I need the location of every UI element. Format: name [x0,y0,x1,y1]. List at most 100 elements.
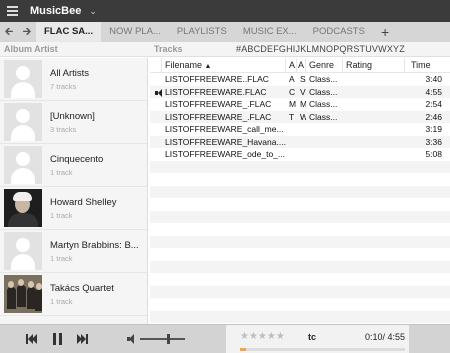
now-playing-cell [150,73,162,86]
time-cell: 2:54 [425,99,442,109]
hamburger-menu-icon[interactable] [0,0,24,22]
tab-music-explorer[interactable]: MUSIC EX... [235,22,305,42]
rating-cell [343,111,405,124]
table-row[interactable]: LISTOFFREEWARE_Havana.... 3:36 [150,135,450,149]
now-playing-cell [150,123,162,136]
filename-cell: LISTOFFREEWARE_.FLAC [165,99,272,109]
filename-cell: LISTOFFREEWARE_call_me... [165,124,284,134]
artist-placeholder-icon [4,232,42,270]
artist-placeholder-icon [4,103,42,141]
artist-track-count: 7 tracks [50,81,77,91]
app-title: MusicBee [30,5,82,17]
album-cell: V [300,86,306,97]
section-header: Album Artist Tracks #ABCDEFGHIJKLMNOPQRS… [0,42,450,57]
add-tab-button[interactable]: + [373,22,397,42]
time-cell: 5:08 [425,149,442,159]
now-playing-panel: ★★★★★ tc 0:10/ 4:55 [226,324,409,353]
artist-item[interactable]: Takács Quartet 1 track [0,273,147,316]
rating-cell [343,86,405,99]
empty-row [150,273,450,286]
column-header-artist[interactable]: A... [286,58,297,73]
genre-cell: Class... [309,99,338,109]
previous-track-icon[interactable] [26,333,38,345]
filename-cell: LISTOFFREEWARE_.FLAC [165,111,272,122]
now-playing-cell [150,148,162,161]
table-row[interactable]: LISTOFFREEWARE_.FLAC M M Class... 2:54 [150,98,450,111]
tab-bar: 🡰 🡲 FLAC SA... NOW PLA... PLAYLISTS MUSI… [0,22,450,42]
table-row[interactable]: LISTOFFREEWARE..FLAC A S Class... 3:40 [150,73,450,86]
artist-item[interactable]: Cinquecento 1 track [0,144,147,187]
album-cell [297,123,306,136]
artist-cell: T [289,111,295,122]
empty-row [150,210,450,223]
empty-row [150,260,450,273]
album-cell [297,148,306,161]
filename-cell: LISTOFFREEWARE_ode_to_... [165,149,285,159]
artist-name: [Unknown] [50,110,95,122]
table-row[interactable]: LISTOFFREEWARE_.FLAC T W Class... 2:46 [150,110,450,124]
seek-bar[interactable] [240,348,405,351]
volume-icon[interactable] [127,334,137,344]
artist-item[interactable]: Martyn Brabbins: B... 1 track [0,230,147,273]
now-playing-speaker-icon [155,88,162,97]
artist-item[interactable]: Howard Shelley 1 track [0,187,147,230]
time-cell: 2:46 [425,111,442,122]
column-header-album[interactable]: A [297,58,306,73]
tab-playlists[interactable]: PLAYLISTS [169,22,235,42]
now-playing-cell [150,86,162,99]
pause-icon[interactable] [52,333,64,345]
track-table: Filename ▲ A... A Genre Rating Time LIST… [150,58,450,324]
table-row[interactable]: LISTOFFREEWARE_call_me... 3:19 [150,123,450,136]
artist-item[interactable]: [Unknown] 3 tracks [0,101,147,144]
album-cell: S [300,74,306,84]
filename-cell: LISTOFFREEWARE..FLAC [165,74,269,84]
artist-item[interactable]: All Artists 7 tracks [0,58,147,101]
genre-cell: Class... [309,74,338,84]
table-body: LISTOFFREEWARE..FLAC A S Class... 3:40 LISTOF… [150,73,450,323]
tab-podcasts[interactable]: PODCASTS [305,22,373,42]
table-row[interactable]: LISTOFFREEWARE_ode_to_... 5:08 [150,148,450,161]
rating-cell [343,98,405,111]
artist-cell: A [289,74,295,84]
column-header-rating[interactable]: Rating [343,58,405,73]
time-cell: 3:40 [425,74,442,84]
artist-cell [286,148,297,161]
artist-track-count: 1 track [50,296,73,306]
volume-slider[interactable] [140,338,185,340]
chevron-down-icon[interactable]: ⌄ [89,6,97,17]
rating-cell [343,148,405,161]
time-cell: 3:36 [425,136,442,147]
back-arrow-icon[interactable]: 🡰 [0,23,18,42]
empty-row [150,285,450,298]
now-playing-cell [150,111,162,124]
table-row[interactable]: LISTOFFREEWARE.FLAC C V Class... 4:55 [150,85,450,99]
volume-slider-knob[interactable] [167,334,170,344]
artist-name: Martyn Brabbins: B... [50,239,139,251]
rating-stars[interactable]: ★★★★★ [240,331,285,342]
alphabet-index[interactable]: #ABCDEFGHIJKLMNOPQRSTUVWXYZ [236,44,405,54]
forward-arrow-icon[interactable]: 🡲 [18,23,36,42]
empty-row [150,223,450,236]
now-playing-cell [150,136,162,149]
artist-track-count: 3 tracks [50,124,77,134]
tab-now-playing[interactable]: NOW PLA... [101,22,169,42]
playback-time: 0:10/ 4:55 [364,332,405,342]
artist-track-count: 1 track [50,167,73,177]
album-artist-label: Album Artist [4,44,58,54]
column-header-genre[interactable]: Genre [306,58,343,73]
tab-flac-samples[interactable]: FLAC SA... [36,22,102,42]
artist-photo [4,275,42,313]
column-header-playing[interactable] [150,58,162,73]
empty-row [150,185,450,198]
empty-row [150,160,450,173]
artist-cell [286,136,297,149]
sort-ascending-icon: ▲ [204,62,212,70]
next-track-icon[interactable] [77,333,89,345]
album-cell [297,136,306,149]
artist-cell [286,123,297,136]
rating-cell [343,136,405,149]
column-header-time[interactable]: Time [405,58,450,73]
column-header-filename[interactable]: Filename ▲ [162,58,286,73]
empty-row [150,235,450,248]
album-cell: M [300,99,306,109]
